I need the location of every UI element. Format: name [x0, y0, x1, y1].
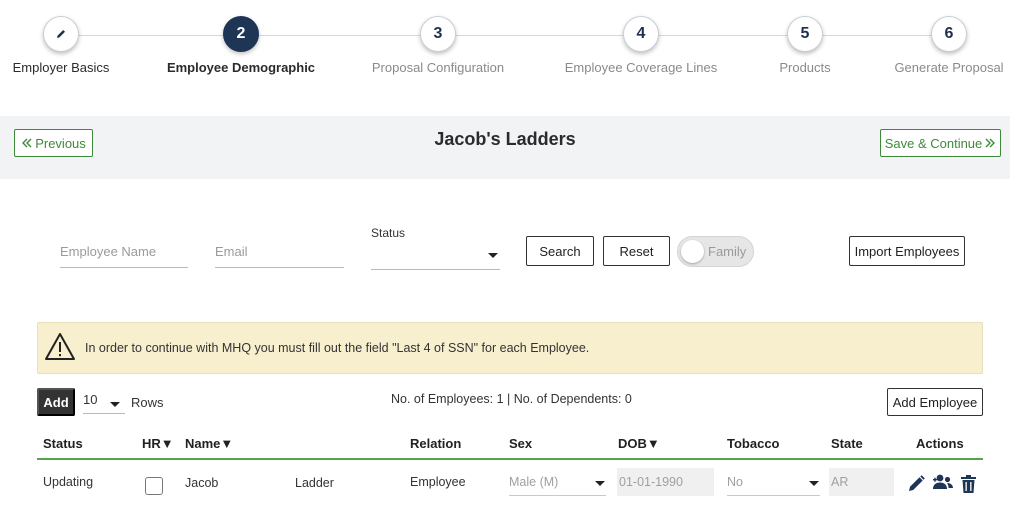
rows-per-page-select[interactable]: 10 [83, 392, 125, 414]
sex-select[interactable]: Male (M) [509, 468, 606, 496]
chevron-down-icon [110, 402, 120, 407]
family-toggle[interactable]: Family [677, 236, 754, 267]
hr-checkbox[interactable] [145, 477, 163, 495]
employee-counts: No. of Employees: 1 | No. of Dependents:… [391, 392, 632, 406]
double-chevron-right-icon [985, 138, 996, 148]
table-header-divider [37, 458, 983, 460]
progress-stepper: Employer Basics 2 Employee Demographic 3… [0, 0, 1010, 110]
dob-value: 01-01-1990 [619, 475, 683, 489]
column-header-state: State [831, 436, 863, 451]
toggle-knob[interactable] [681, 240, 704, 263]
reset-button[interactable]: Reset [603, 236, 670, 266]
chevron-down-icon [809, 481, 819, 486]
row-status: Updating [43, 475, 94, 489]
tobacco-value: No [727, 475, 743, 489]
trash-icon[interactable] [960, 474, 977, 494]
row-relation: Employee [410, 475, 466, 489]
add-employee-button[interactable]: Add Employee [887, 388, 983, 416]
column-header-dob[interactable]: DOB▼ [618, 436, 660, 451]
sex-value: Male (M) [509, 475, 559, 489]
column-header-actions: Actions [916, 436, 964, 451]
state-value: AR [831, 475, 849, 489]
row-last-name[interactable]: Ladder [295, 476, 334, 490]
pencil-icon [57, 30, 65, 38]
step-circle-4[interactable]: 4 [623, 16, 659, 52]
column-header-sex: Sex [509, 436, 533, 451]
warning-triangle-icon [45, 333, 75, 360]
rows-label: Rows [131, 395, 164, 410]
row-first-name[interactable]: Jacob [185, 476, 218, 490]
import-employees-button[interactable]: Import Employees [849, 236, 965, 266]
save-continue-button[interactable]: Save & Continue [880, 129, 1001, 157]
search-button[interactable]: Search [526, 236, 594, 266]
dob-input[interactable]: 01-01-1990 [617, 468, 714, 496]
alert-message: In order to continue with MHQ you must f… [85, 341, 590, 355]
step-circle-2[interactable]: 2 [223, 16, 259, 52]
add-button[interactable]: Add [37, 388, 75, 416]
chevron-down-icon [595, 481, 605, 486]
step-circle-1[interactable] [43, 16, 79, 52]
email-input[interactable] [215, 236, 344, 267]
rows-per-page-value: 10 [83, 392, 98, 407]
status-select[interactable] [371, 242, 500, 270]
state-input[interactable]: AR [829, 468, 894, 496]
employee-name-field[interactable] [60, 236, 188, 268]
step-circle-3[interactable]: 3 [420, 16, 456, 52]
tobacco-select[interactable]: No [727, 468, 820, 496]
status-label: Status [371, 226, 406, 240]
column-header-hr[interactable]: HR▼ [142, 436, 174, 451]
title-bar: Previous Jacob's Ladders Save & Continue [0, 116, 1010, 179]
warning-alert: In order to continue with MHQ you must f… [37, 322, 983, 374]
email-field[interactable] [215, 236, 344, 268]
page-title: Jacob's Ladders [434, 129, 576, 149]
step-label: Generate Proposal [894, 60, 1004, 75]
save-continue-label: Save & Continue [884, 135, 983, 151]
column-header-name[interactable]: Name▼ [185, 436, 233, 451]
column-header-status: Status [43, 436, 83, 451]
step-circle-6[interactable]: 6 [931, 16, 967, 52]
column-header-relation: Relation [410, 436, 462, 451]
family-toggle-label: Family [708, 244, 747, 259]
column-header-tobacco: Tobacco [727, 436, 780, 451]
chevron-down-icon [488, 253, 498, 258]
employee-name-input[interactable] [60, 236, 188, 267]
step-circle-5[interactable]: 5 [787, 16, 823, 52]
edit-pencil-icon[interactable] [906, 474, 926, 494]
add-dependents-icon[interactable] [931, 473, 955, 493]
